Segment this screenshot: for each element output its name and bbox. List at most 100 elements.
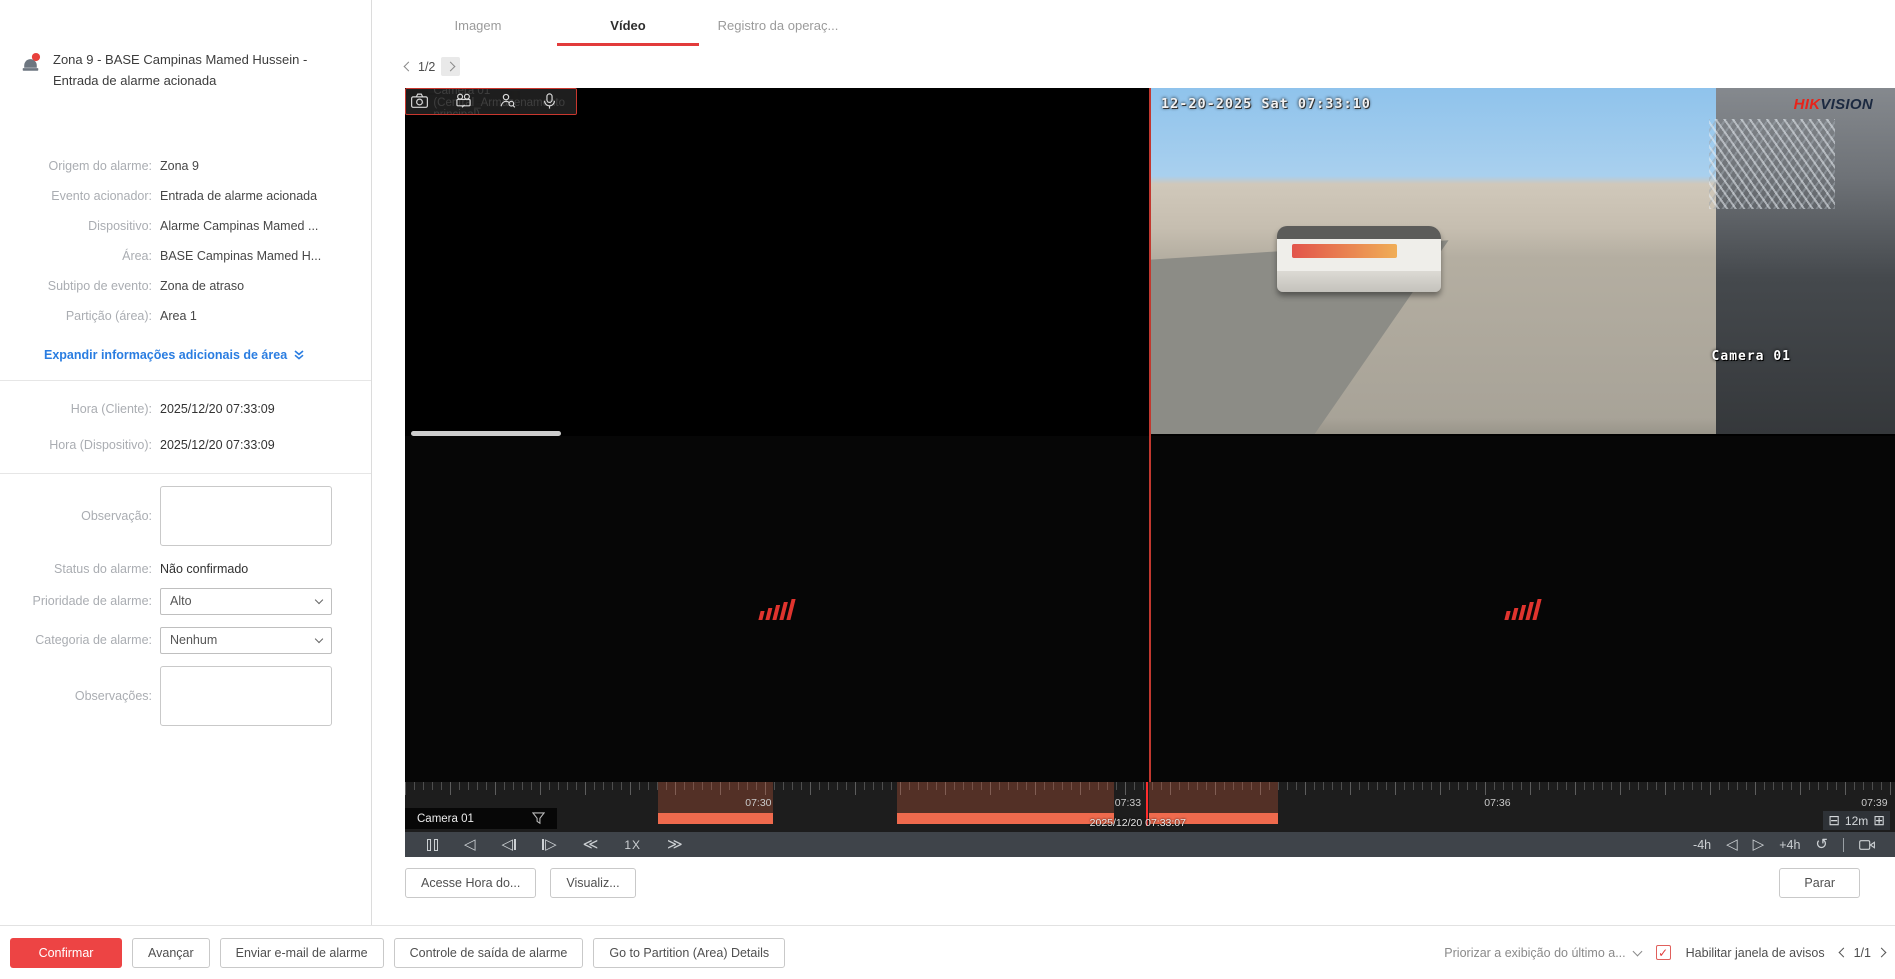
notes-label: Observações: [0, 689, 160, 703]
alarm-category-label: Categoria de alarme: [0, 633, 160, 647]
alarm-fields: Origem do alarme:Zona 9 Evento acionador… [0, 158, 371, 324]
media-tabs: Imagem Vídeo Registro da operaç... [403, 18, 853, 46]
alarm-icon [20, 52, 41, 73]
observation-textarea[interactable] [160, 486, 332, 546]
camera-view-icon[interactable] [1859, 839, 1875, 851]
confirm-button[interactable]: Confirmar [10, 938, 122, 968]
player-action-row: Acesse Hora do... Visualiz... Parar [405, 868, 1860, 898]
send-email-button[interactable]: Enviar e-mail de alarme [220, 938, 384, 968]
chevron-down-icon [1632, 946, 1642, 956]
alarm-page-indicator: 1/1 [1854, 946, 1871, 960]
video-grid: HIKVISION Camera 01 (Central_Armazenamen… [405, 88, 1895, 782]
expand-area-info-link[interactable]: Expandir informações adicionais de área [44, 348, 371, 362]
loading-indicator [1504, 599, 1541, 620]
zoom-out-icon[interactable]: ⊟ [1828, 812, 1840, 829]
tab-video[interactable]: Vídeo [553, 18, 703, 46]
chevron-down-icon [315, 634, 323, 642]
alarm-status-value: Não confirmado [160, 562, 248, 576]
time-fields: Hora (Cliente):2025/12/20 07:33:09 Hora … [0, 401, 371, 453]
video-tile-3[interactable] [405, 436, 1149, 782]
stop-button[interactable]: Parar [1779, 868, 1860, 898]
chevron-down-icon [315, 595, 323, 603]
alarm-action-bar: Confirmar Avançar Enviar e-mail de alarm… [0, 925, 1895, 979]
microphone-icon[interactable] [543, 93, 556, 109]
enable-popup-checkbox[interactable]: ✓ [1656, 945, 1671, 960]
alarm-category-select[interactable]: Nenhum [160, 627, 332, 654]
forward-button[interactable]: Avançar [132, 938, 210, 968]
hikvision-logo: HIKVISION [1794, 96, 1873, 113]
alarm-status-label: Status do alarme: [0, 562, 160, 576]
alarm-priority-select[interactable]: Alto [160, 588, 332, 615]
slow-down-button[interactable]: ≪ [583, 837, 599, 852]
field-row: Dispositivo:Alarme Campinas Mamed ... [0, 218, 371, 234]
camera-osd-timestamp: 12-20-2025 Sat 07:33:10 [1161, 96, 1371, 112]
divider [0, 380, 371, 381]
tab-image[interactable]: Imagem [403, 18, 553, 46]
playback-timeline[interactable]: 07:30 07:33 07:36 07:39 2025/12/20 07:33… [405, 782, 1895, 832]
field-row: Hora (Dispositivo):2025/12/20 07:33:09 [0, 437, 371, 453]
reset-icon[interactable]: ↺ [1815, 837, 1828, 852]
jump-back-icon[interactable]: ◁ [1726, 837, 1738, 852]
chevron-left-icon[interactable] [1838, 948, 1848, 958]
jump-forward-icon[interactable]: ▷ [1753, 837, 1765, 852]
filter-icon[interactable] [532, 812, 545, 825]
alarm-pager: 1/1 [1840, 946, 1885, 960]
timeline-camera-label: Camera 01 [405, 808, 557, 829]
forward-4h-button[interactable]: +4h [1779, 838, 1800, 852]
playback-speed: 1X [624, 838, 641, 852]
alarm-title: Zona 9 - BASE Campinas Mamed Hussein - E… [53, 50, 345, 92]
alarm-output-button[interactable]: Controle de saída de alarme [394, 938, 584, 968]
next-page-button[interactable] [441, 57, 460, 76]
pause-button[interactable] [427, 839, 438, 851]
back-4h-button[interactable]: -4h [1693, 838, 1711, 852]
video-tile-toolbar [406, 88, 576, 114]
field-row: Subtipo de evento:Zona de atraso [0, 278, 371, 294]
timeline-window-label: 12m [1845, 814, 1868, 828]
go-to-time-button[interactable]: Acesse Hora do... [405, 868, 536, 898]
enable-popup-label: Habilitar janela de avisos [1686, 946, 1825, 960]
video-tile-4[interactable] [1151, 436, 1895, 782]
person-search-icon[interactable] [499, 93, 516, 108]
observation-label: Observação: [0, 509, 160, 523]
divider [1843, 838, 1844, 852]
chevron-right-icon [446, 62, 456, 72]
recording-segment [897, 782, 1115, 813]
chevron-right-icon[interactable] [1877, 948, 1887, 958]
video-tile-2[interactable]: 12-20-2025 Sat 07:33:10 HIKVISION Camera… [1151, 88, 1895, 434]
notes-textarea[interactable] [160, 666, 332, 726]
timeline-tick: 07:30 [745, 797, 771, 809]
field-row: Hora (Cliente):2025/12/20 07:33:09 [0, 401, 371, 417]
field-row: Evento acionador:Entrada de alarme acion… [0, 188, 371, 204]
snapshot-icon[interactable] [411, 93, 428, 108]
timeline-zoom-control: ⊟ 12m ⊞ [1823, 811, 1890, 830]
view-button[interactable]: Visualiz... [550, 868, 635, 898]
horizontal-scrollbar[interactable] [411, 431, 561, 436]
display-priority-dropdown[interactable]: Priorizar a exibição do último a... [1444, 946, 1640, 960]
goto-partition-button[interactable]: Go to Partition (Area) Details [593, 938, 785, 968]
video-stage: HIKVISION Camera 01 (Central_Armazenamen… [405, 88, 1895, 857]
zoom-in-icon[interactable]: ⊞ [1873, 812, 1885, 829]
divider [0, 473, 371, 474]
recording-segment [1149, 782, 1279, 813]
double-chevron-down-icon [293, 349, 305, 361]
camera-scene [1151, 88, 1895, 434]
tab-operation-log[interactable]: Registro da operaç... [703, 18, 853, 46]
video-tile-1[interactable]: HIKVISION Camera 01 (Central_Armazenamen… [405, 88, 577, 115]
playback-controls: ◁ ◁ ▷ ≪ 1X ≫ -4h ◁ ▷ +4h ↺ [405, 832, 1895, 857]
reverse-play-button[interactable]: ◁ [464, 837, 476, 852]
instant-playback-icon[interactable] [455, 93, 472, 108]
chevron-left-icon[interactable] [404, 62, 414, 72]
alarm-priority-label: Prioridade de alarme: [0, 594, 160, 608]
next-frame-button[interactable]: ▷ [542, 837, 557, 852]
speed-up-button[interactable]: ≫ [667, 837, 683, 852]
alarm-media-panel: Imagem Vídeo Registro da operaç... 1/2 H… [373, 0, 1895, 925]
recording-segment [897, 813, 1115, 824]
field-row: Origem do alarme:Zona 9 [0, 158, 371, 174]
recording-segment [658, 813, 773, 824]
previous-frame-button[interactable]: ◁ [502, 837, 517, 852]
alarm-details-sidebar: Zona 9 - BASE Campinas Mamed Hussein - E… [0, 0, 372, 925]
field-row: Área:BASE Campinas Mamed H... [0, 248, 371, 264]
page-indicator: 1/2 [418, 60, 435, 74]
timeline-tick: 07:33 [1115, 797, 1141, 809]
camera-page-pager: 1/2 [405, 57, 460, 76]
